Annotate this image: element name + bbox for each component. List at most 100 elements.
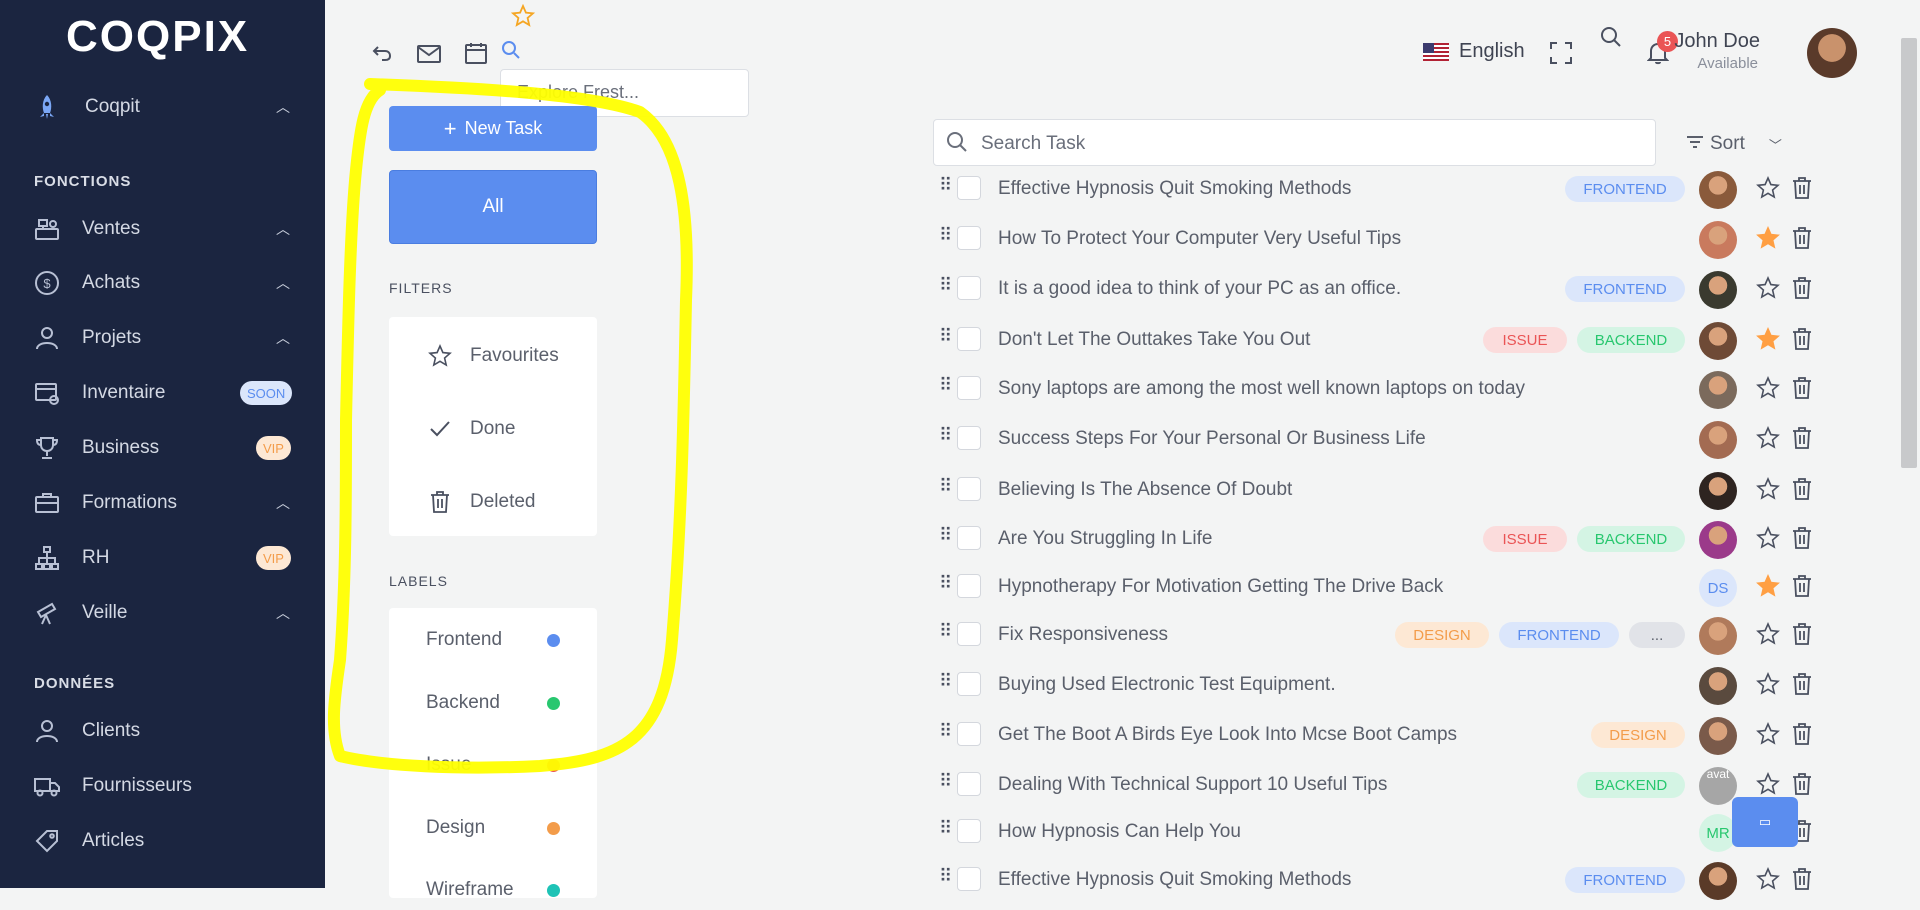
avatar[interactable] [1699, 862, 1737, 900]
drag-handle-icon[interactable]: ⠿ [939, 425, 952, 446]
task-row[interactable]: ⠿ Effective Hypnosis Quit Smoking Methods… [933, 857, 1833, 903]
task-title[interactable]: Believing Is The Absence Of Doubt [998, 479, 1292, 501]
drag-handle-icon[interactable]: ⠿ [939, 818, 952, 839]
task-checkbox[interactable] [957, 477, 981, 501]
task-title[interactable]: Fix Responsiveness [998, 624, 1168, 646]
fullscreen-icon[interactable] [1548, 40, 1574, 66]
task-row[interactable]: ⠿ Success Steps For Your Personal Or Busi… [933, 416, 1833, 462]
star-icon[interactable] [1756, 176, 1782, 202]
avatar[interactable] [1699, 371, 1737, 409]
task-row[interactable]: ⠿ Fix Responsiveness... FRONTEND DESIGN [933, 612, 1833, 658]
task-title[interactable]: Hypnotherapy For Motivation Getting The … [998, 576, 1443, 598]
star-icon[interactable] [1756, 376, 1782, 402]
avatar[interactable] [1699, 667, 1737, 705]
star-icon[interactable] [1756, 672, 1782, 698]
star-icon[interactable] [1756, 772, 1782, 798]
filter-favourites[interactable]: Favourites [389, 334, 597, 378]
search-task-input[interactable]: Search Task [933, 119, 1656, 166]
task-title[interactable]: Get The Boot A Birds Eye Look Into Mcse … [998, 724, 1457, 746]
user-name[interactable]: John Doe [1600, 30, 1760, 53]
task-checkbox[interactable] [957, 772, 981, 796]
avatar[interactable] [1699, 617, 1737, 655]
sidebar-item-achats[interactable]: $ Achats ︿ [0, 261, 325, 305]
label-issue[interactable]: Issue [389, 745, 597, 785]
task-title[interactable]: How Hypnosis Can Help You [998, 821, 1241, 843]
star-filled-icon[interactable] [1756, 226, 1782, 252]
task-row[interactable]: ⠿ It is a good idea to think of your PC a… [933, 266, 1833, 312]
task-checkbox[interactable] [957, 226, 981, 250]
calendar-icon[interactable] [463, 40, 489, 66]
task-checkbox[interactable] [957, 622, 981, 646]
task-checkbox[interactable] [957, 327, 981, 351]
drag-handle-icon[interactable]: ⠿ [939, 175, 952, 196]
avatar[interactable] [1807, 28, 1857, 78]
task-title[interactable]: Dealing With Technical Support 10 Useful… [998, 774, 1387, 796]
sidebar-item-projets[interactable]: Projets ︿ [0, 316, 325, 360]
drag-handle-icon[interactable]: ⠿ [939, 275, 952, 296]
drag-handle-icon[interactable]: ⠿ [939, 573, 952, 594]
star-icon[interactable] [510, 3, 536, 29]
trash-icon[interactable] [1792, 574, 1818, 600]
language-selector[interactable]: English [1423, 40, 1525, 63]
task-checkbox[interactable] [957, 526, 981, 550]
sort-dropdown[interactable]: Sort ﹀ [1686, 133, 1782, 155]
star-icon[interactable] [1756, 622, 1782, 648]
star-icon[interactable] [1756, 867, 1782, 893]
label-design[interactable]: Design [389, 808, 597, 848]
task-row[interactable]: ⠿ Get The Boot A Birds Eye Look Into Mcse… [933, 712, 1833, 758]
avatar[interactable] [1699, 271, 1737, 309]
task-checkbox[interactable] [957, 672, 981, 696]
sidebar-item-articles[interactable]: Articles [0, 819, 325, 863]
star-filled-icon[interactable] [1756, 574, 1782, 600]
trash-icon[interactable] [1792, 772, 1818, 798]
drag-handle-icon[interactable]: ⠿ [939, 326, 952, 347]
trash-icon[interactable] [1792, 672, 1818, 698]
avatar[interactable] [1699, 521, 1737, 559]
task-title[interactable]: Sony laptops are among the most well kno… [998, 378, 1525, 400]
sidebar-item-coqpit[interactable]: Coqpit ︿ [0, 85, 325, 129]
drag-handle-icon[interactable]: ⠿ [939, 476, 952, 497]
drag-handle-icon[interactable]: ⠿ [939, 866, 952, 887]
task-row[interactable]: ⠿ Hypnotherapy For Motivation Getting The… [933, 564, 1833, 610]
task-checkbox[interactable] [957, 176, 981, 200]
star-icon[interactable] [1756, 477, 1782, 503]
avatar[interactable]: avat [1699, 767, 1737, 805]
trash-icon[interactable] [1792, 426, 1818, 452]
trash-icon[interactable] [1792, 867, 1818, 893]
task-row[interactable]: ⠿ Sony laptops are among the most well kn… [933, 366, 1833, 412]
avatar[interactable] [1699, 221, 1737, 259]
sidebar-item-clients[interactable]: Clients [0, 709, 325, 753]
task-title[interactable]: Don't Let The Outtakes Take You Out [998, 329, 1310, 351]
label-frontend[interactable]: Frontend [389, 620, 597, 660]
drag-handle-icon[interactable]: ⠿ [939, 621, 952, 642]
star-icon[interactable] [1756, 526, 1782, 552]
filter-done[interactable]: Done [389, 407, 597, 451]
trash-icon[interactable] [1792, 226, 1818, 252]
avatar[interactable] [1699, 717, 1737, 755]
star-icon[interactable] [1756, 276, 1782, 302]
mail-icon[interactable] [416, 41, 442, 67]
task-title[interactable]: Success Steps For Your Personal Or Busin… [998, 428, 1426, 450]
star-icon[interactable] [1756, 722, 1782, 748]
sidebar-item-veille[interactable]: Veille ︿ [0, 591, 325, 635]
drag-handle-icon[interactable]: ⠿ [939, 525, 952, 546]
task-title[interactable]: Are You Struggling In Life [998, 528, 1212, 550]
star-icon[interactable] [1756, 426, 1782, 452]
task-checkbox[interactable] [957, 574, 981, 598]
drag-handle-icon[interactable]: ⠿ [939, 671, 952, 692]
drag-handle-icon[interactable]: ⠿ [939, 375, 952, 396]
sidebar-item-business[interactable]: Business VIP [0, 426, 325, 470]
task-checkbox[interactable] [957, 867, 981, 891]
trash-icon[interactable] [1792, 622, 1818, 648]
task-row[interactable]: ⠿ Effective Hypnosis Quit Smoking Methods… [933, 166, 1833, 212]
task-row[interactable]: ⠿ How Hypnosis Can Help You MR [933, 809, 1833, 855]
sidebar-item-ventes[interactable]: Ventes ︿ [0, 207, 325, 251]
undo-icon[interactable] [369, 40, 395, 66]
search-icon[interactable] [498, 37, 524, 63]
task-row[interactable]: ⠿ Dealing With Technical Support 10 Usefu… [933, 762, 1833, 808]
scrollbar[interactable] [1901, 38, 1917, 468]
drag-handle-icon[interactable]: ⠿ [939, 721, 952, 742]
trash-icon[interactable] [1792, 526, 1818, 552]
trash-icon[interactable] [1792, 176, 1818, 202]
avatar[interactable] [1699, 421, 1737, 459]
